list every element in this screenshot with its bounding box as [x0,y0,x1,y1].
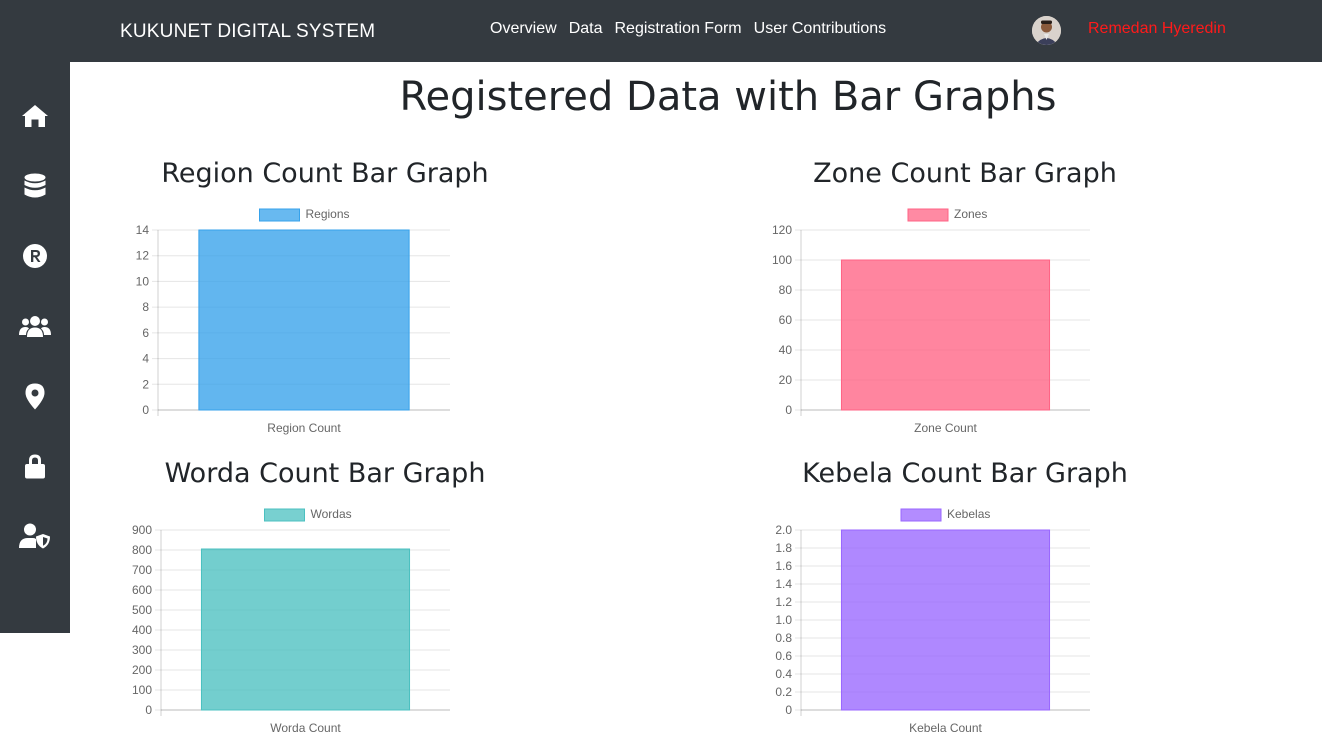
avatar[interactable] [1032,16,1061,45]
legend-swatch[interactable] [900,508,942,522]
y-tick-label: 1.2 [775,595,792,609]
y-tick-label: 700 [132,563,152,577]
brand-title[interactable]: KUKUNET DIGITAL SYSTEM [120,21,375,43]
x-tick-label: Worda Count [270,721,341,735]
y-tick-label: 0.4 [775,667,792,681]
y-tick-label: 80 [779,283,793,297]
y-tick-label: 1.8 [775,541,792,555]
y-tick-label: 0 [785,403,792,417]
sidebar-item-security[interactable] [19,450,51,482]
y-tick-label: 1.4 [775,577,792,591]
y-tick-label: 4 [142,352,149,366]
y-tick-label: 8 [142,300,149,314]
y-tick-label: 200 [132,663,152,677]
sidebar [0,62,70,633]
y-tick-label: 600 [132,583,152,597]
legend-swatch[interactable] [259,208,300,222]
nav-overview[interactable]: Overview [490,20,557,38]
sidebar-item-location[interactable] [19,380,51,412]
nav-data[interactable]: Data [569,20,603,38]
nav-registration-form[interactable]: Registration Form [614,20,741,38]
y-tick-label: 0.8 [775,631,792,645]
chart-zones: Zones 0 20 40 60 80 100 120 Zone Count [772,207,1090,435]
x-tick-label: Kebela Count [909,721,982,735]
y-tick-label: 2.0 [775,523,792,537]
x-tick-label: Zone Count [914,421,977,435]
bar[interactable] [198,229,410,411]
sidebar-item-home[interactable] [19,100,51,132]
legend-swatch[interactable] [264,508,305,522]
y-tick-label: 0 [145,703,152,717]
legend-label[interactable]: Zones [954,207,987,221]
chart-title-zones: Zone Count Bar Graph [813,158,1117,189]
chart-title-kebelas: Kebela Count Bar Graph [802,458,1128,489]
sidebar-item-users[interactable] [19,310,51,342]
y-tick-label: 40 [779,343,793,357]
y-tick-label: 12 [136,249,150,263]
legend-label[interactable]: Kebelas [947,507,990,521]
database-icon [24,173,46,198]
legend-label[interactable]: Regions [306,207,350,221]
user-name-link[interactable]: Remedan Hyeredin [1088,20,1226,38]
chart-regions: Regions 0 2 4 6 8 10 12 14 Region Count [136,207,450,435]
legend-swatch[interactable] [907,208,949,222]
x-tick-label: Region Count [267,421,341,435]
legend-label[interactable]: Wordas [311,507,352,521]
y-tick-label: 10 [136,274,150,288]
y-tick-label: 120 [772,223,792,237]
chart-kebelas: Kebelas 0 0.2 0.4 0.6 0.8 1.0 1.2 1.4 1.6 1.8 2.0 Ke… [775,507,1090,735]
sidebar-item-data[interactable] [19,170,51,202]
chart-wordas: Wordas 0 100 200 300 400 500 600 700 800 900 Worda … [132,507,450,735]
sidebar-item-admin[interactable] [19,520,51,552]
registered-icon [23,244,47,268]
lock-icon [25,454,45,479]
y-tick-label: 0 [142,403,149,417]
y-tick-label: 2 [142,377,149,391]
home-icon [22,105,48,127]
y-tick-label: 500 [132,603,152,617]
bar[interactable] [840,529,1051,711]
y-tick-label: 100 [772,253,792,267]
y-tick-label: 1.6 [775,559,792,573]
y-tick-label: 800 [132,543,152,557]
y-tick-label: 0.6 [775,649,792,663]
y-tick-label: 60 [779,313,793,327]
chart-title-regions: Region Count Bar Graph [161,158,489,189]
main-nav: Overview Data Registration Form User Con… [490,20,898,38]
y-tick-label: 6 [142,326,149,340]
user-shield-icon [19,523,50,549]
bar[interactable] [840,259,1051,411]
top-navbar: KUKUNET DIGITAL SYSTEM Overview Data Reg… [0,0,1322,62]
y-tick-label: 20 [779,373,793,387]
y-tick-label: 400 [132,623,152,637]
page-title: Registered Data with Bar Graphs [399,74,1057,120]
y-tick-label: 900 [132,523,152,537]
y-tick-label: 0.2 [775,685,792,699]
nav-user-contributions[interactable]: User Contributions [754,20,887,38]
y-tick-label: 1.0 [775,613,792,627]
map-pin-icon [25,383,45,409]
y-tick-label: 300 [132,643,152,657]
chart-title-wordas: Worda Count Bar Graph [164,458,486,489]
y-tick-label: 0 [785,703,792,717]
bar[interactable] [200,548,411,711]
sidebar-item-registration[interactable] [19,240,51,272]
y-tick-label: 100 [132,683,152,697]
users-icon [19,316,51,337]
y-tick-label: 14 [136,223,150,237]
